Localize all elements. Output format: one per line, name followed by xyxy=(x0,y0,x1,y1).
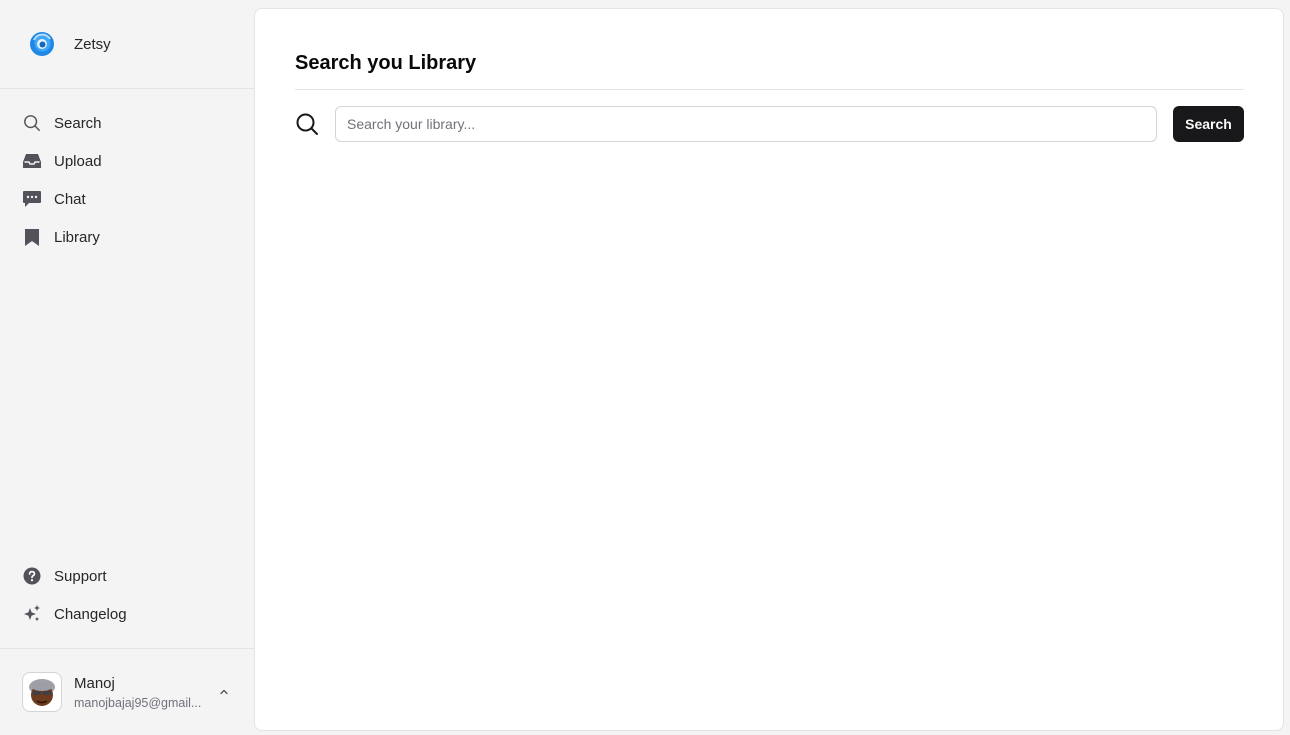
sidebar-item-label: Search xyxy=(54,114,102,132)
sidebar-item-label: Support xyxy=(54,567,107,585)
page-title: Search you Library xyxy=(295,52,477,74)
sidebar-item-search[interactable]: Search xyxy=(0,104,254,142)
sidebar-item-chat[interactable]: Chat xyxy=(0,180,254,218)
brand[interactable]: Zetsy xyxy=(0,0,254,89)
sidebar-item-label: Changelog xyxy=(54,605,127,623)
sidebar-item-library[interactable]: Library xyxy=(0,218,254,256)
help-icon xyxy=(22,566,42,586)
search-icon xyxy=(22,113,42,133)
swirl-logo-icon xyxy=(28,30,56,58)
search-icon xyxy=(295,112,319,136)
sidebar-item-changelog[interactable]: Changelog xyxy=(0,595,254,633)
chevron-up-icon xyxy=(218,686,230,698)
user-email: manojbajaj95@gmail... xyxy=(74,695,202,710)
search-bar: Search xyxy=(295,106,1244,142)
sidebar-item-label: Upload xyxy=(54,152,102,170)
chat-icon xyxy=(22,189,42,209)
user-info: Manoj manojbajaj95@gmail... xyxy=(74,675,218,710)
search-button[interactable]: Search xyxy=(1173,106,1244,142)
sidebar-item-upload[interactable]: Upload xyxy=(0,142,254,180)
user-menu[interactable]: Manoj manojbajaj95@gmail... xyxy=(0,649,254,735)
main-nav: Search Upload Chat Library xyxy=(0,89,254,256)
search-input[interactable] xyxy=(335,106,1157,142)
brand-name: Zetsy xyxy=(74,35,111,53)
app: Zetsy Search Upload Chat Library Support… xyxy=(0,0,1290,735)
bookmark-icon xyxy=(22,227,42,247)
sparkles-icon xyxy=(22,604,42,624)
sidebar-item-label: Library xyxy=(54,228,100,246)
sidebar-item-support[interactable]: Support xyxy=(0,557,254,595)
divider xyxy=(295,89,1244,90)
inbox-icon xyxy=(22,151,42,171)
sidebar: Zetsy Search Upload Chat Library Support… xyxy=(0,0,254,735)
main-panel: Search you Library Search xyxy=(254,8,1284,731)
avatar xyxy=(22,672,62,712)
user-name: Manoj xyxy=(74,674,115,692)
sidebar-item-label: Chat xyxy=(54,190,86,208)
secondary-nav: Support Changelog xyxy=(0,557,254,649)
